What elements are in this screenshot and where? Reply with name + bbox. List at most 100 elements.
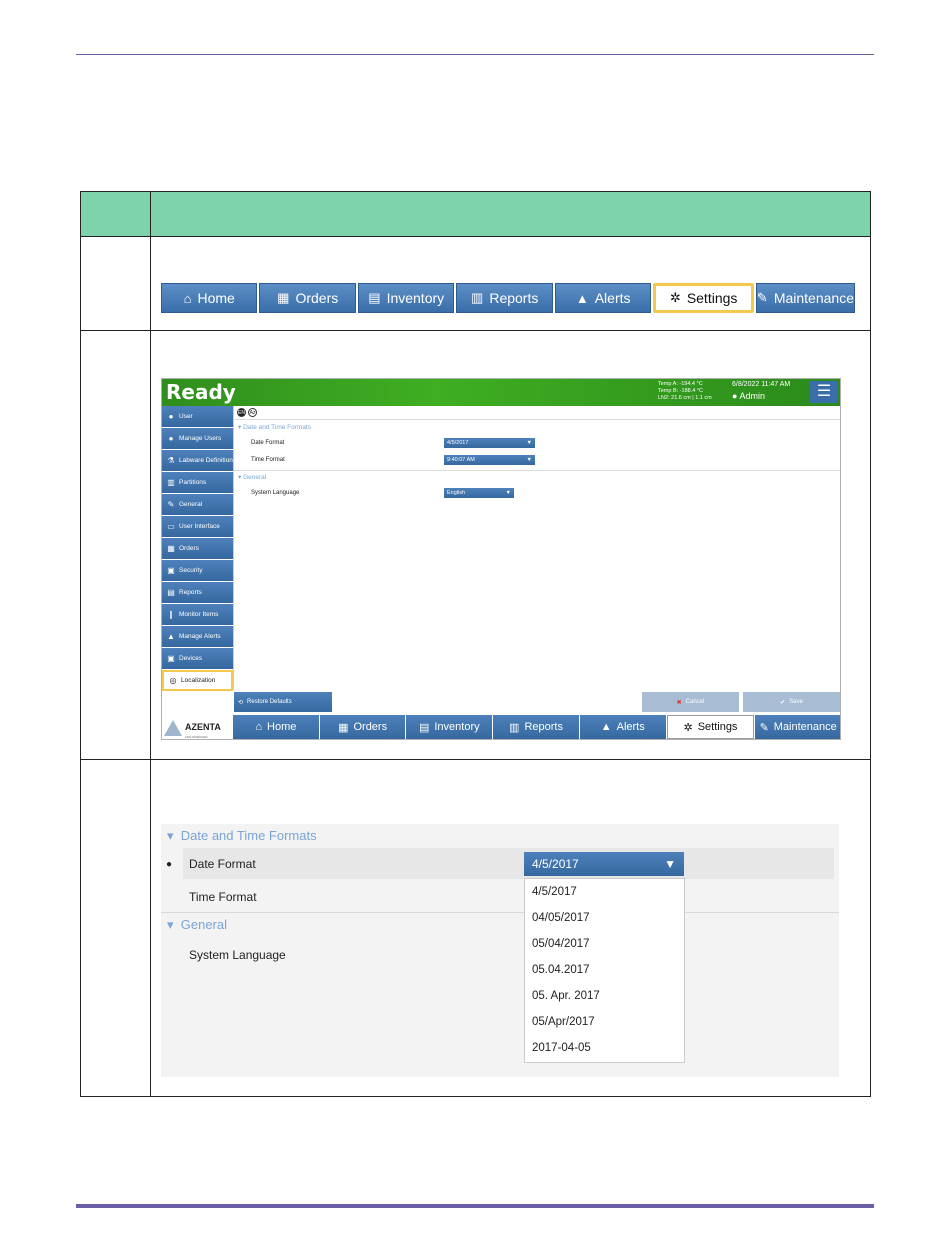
alert-icon: ▲	[600, 721, 612, 733]
sidebar-icon: ▣	[167, 566, 175, 575]
sidebar-item-reports[interactable]: ▤ Reports	[162, 582, 233, 603]
zoom-language-row[interactable]: System Language	[183, 939, 834, 970]
nav-orders-button[interactable]: ▦ Orders	[259, 283, 356, 313]
hamburger-menu-icon[interactable]: ☰	[810, 381, 838, 403]
alert-icon: ▲	[575, 290, 589, 306]
dropdown-arrow-icon: ▼	[664, 857, 676, 871]
sidebar-item-labware-definition[interactable]: ⚗ Labware Definition	[162, 450, 233, 471]
time-format-select[interactable]: 9:40:07 AM ▼	[444, 454, 535, 465]
sidebar-icon: ▲	[167, 632, 175, 641]
screen-nav-reports-button[interactable]: ▥ Reports	[493, 715, 579, 739]
sidebar-icon: ▭	[167, 522, 175, 531]
selected-bullet-icon: ●	[166, 859, 173, 870]
zoom-date-format-row[interactable]: Date Format	[183, 848, 834, 879]
restore-defaults-button[interactable]: ⟲ Restore Defaults	[234, 692, 332, 712]
user-badge[interactable]: ● Admin	[732, 391, 765, 401]
date-format-select[interactable]: 4/5/2017 ▼	[444, 437, 535, 448]
sidebar-item-orders[interactable]: ▦ Orders	[162, 538, 233, 559]
home-icon: ⌂	[183, 290, 192, 306]
zoom-section-datetime[interactable]: ▾ Date and Time Formats	[167, 828, 317, 844]
screen-nav-maintenance-button[interactable]: ✎ Maintenance	[755, 715, 840, 739]
sidebar-item-partitions[interactable]: ▥ Partitions	[162, 472, 233, 493]
user-icon: ●	[732, 391, 738, 401]
nav-settings-button[interactable]: ✲ Settings	[653, 283, 754, 313]
sidebar-icon: ▣	[167, 654, 175, 663]
logo-triangle-icon	[164, 720, 182, 736]
sidebar-item-manage-alerts[interactable]: ▲ Manage Alerts	[162, 626, 233, 647]
zoom-date-format-select[interactable]: 4/5/2017 ▼	[524, 852, 684, 876]
screen-nav-orders-button[interactable]: ▦ Orders	[319, 715, 406, 739]
inventory-icon: ▤	[418, 721, 430, 734]
inventory-icon: ▤	[368, 290, 381, 305]
date-format-option[interactable]: 2017-04-05	[525, 1035, 684, 1061]
screen-nav-inventory-button[interactable]: ▤ Inventory	[406, 715, 493, 739]
sidebar-item-security[interactable]: ▣ Security	[162, 560, 233, 581]
date-format-zoom: ▾ Date and Time Formats Date Format ● Ti…	[161, 824, 839, 1077]
sidebar-icon: ●	[168, 434, 174, 443]
orders-icon: ▦	[277, 290, 290, 305]
sidebar-icon: ▦	[167, 544, 175, 553]
temperature-readout: Temp A: -194.4 °C Temp B: -188.4 °C LN2:…	[658, 381, 712, 401]
screen-nav-settings-button[interactable]: ✲ Settings	[666, 715, 755, 739]
section-datetime[interactable]: ▾ Date and Time Formats	[234, 420, 840, 434]
home-icon: ⌂	[255, 721, 263, 733]
wrench-icon: ✎	[759, 721, 769, 734]
sidebar-item-user[interactable]: ● User	[162, 406, 233, 427]
sidebar-icon: ●	[168, 412, 174, 421]
datetime: 6/8/2022 11:47 AM	[732, 381, 791, 388]
sidebar-icon: ▥	[167, 478, 175, 487]
sidebar-item-devices[interactable]: ▣ Devices	[162, 648, 233, 669]
time-format-row: Time Format 9:40:07 AM ▼	[234, 451, 840, 468]
orders-icon: ▦	[338, 721, 349, 734]
date-format-option[interactable]: 05.04.2017	[525, 957, 684, 983]
nav-alerts-button[interactable]: ▲ Alerts	[554, 283, 652, 313]
sidebar-item-user-interface[interactable]: ▭ User Interface	[162, 516, 233, 537]
settings-screenshot: Ready Temp A: -194.4 °C Temp B: -188.4 °…	[161, 378, 841, 740]
zoom-section-general[interactable]: ▾ General	[167, 917, 227, 933]
sidebar-item-general[interactable]: ✎ General	[162, 494, 233, 515]
cancel-button[interactable]: ✖ Cancel	[642, 692, 739, 712]
sidebar-icon: ✎	[167, 500, 175, 509]
language-toolbar: EN Az	[234, 406, 840, 420]
main-nav-bar: ⌂ Home ▦ Orders ▤ Inventory ▥ Reports ▲ Alerts ✲ Se…	[161, 283, 855, 313]
restore-icon: ⟲	[238, 699, 244, 706]
reports-icon: ▥	[471, 290, 484, 305]
date-format-option[interactable]: 04/05/2017	[525, 905, 684, 931]
azenta-logo: AZENTA LIFE SCIENCES	[164, 717, 232, 739]
status-bar: Ready Temp A: -194.4 °C Temp B: -188.4 °…	[162, 379, 840, 406]
sidebar-item-monitor-items[interactable]: ❙ Monitor Items	[162, 604, 233, 625]
section-general[interactable]: ▾ General	[234, 473, 840, 484]
nav-home-button[interactable]: ⌂ Home	[161, 283, 258, 313]
sidebar-icon: ◎	[169, 676, 177, 685]
language-select[interactable]: English ▼	[444, 487, 514, 498]
date-format-option[interactable]: 05/04/2017	[525, 931, 684, 957]
screen-nav-home-button[interactable]: ⌂ Home	[233, 715, 319, 739]
zoom-time-format-row[interactable]: Time Format	[183, 881, 834, 912]
az-toggle[interactable]: Az	[248, 408, 257, 417]
sidebar-item-localization[interactable]: ◎ Localization	[162, 670, 233, 691]
en-toggle[interactable]: EN	[237, 408, 246, 417]
check-icon: ✔	[780, 699, 786, 706]
cancel-icon: ✖	[676, 699, 682, 706]
sidebar-item-manage-users[interactable]: ● Manage Users	[162, 428, 233, 449]
dropdown-arrow-icon: ▼	[526, 456, 532, 463]
date-format-option[interactable]: 05. Apr. 2017	[525, 983, 684, 1009]
reports-icon: ▥	[509, 721, 520, 734]
date-format-option[interactable]: 05/Apr/2017	[525, 1009, 684, 1035]
header-rule	[76, 54, 874, 55]
screen-nav-alerts-button[interactable]: ▲ Alerts	[579, 715, 666, 739]
sidebar-icon: ❙	[167, 610, 175, 619]
sidebar-icon: ⚗	[167, 456, 175, 465]
table-header	[81, 192, 870, 237]
nav-reports-button[interactable]: ▥ Reports	[456, 283, 553, 313]
date-format-row: Date Format 4/5/2017 ▼	[234, 434, 840, 451]
nav-inventory-button[interactable]: ▤ Inventory	[357, 283, 455, 313]
dropdown-arrow-icon: ▼	[505, 489, 511, 496]
nav-maintenance-button[interactable]: ✎ Maintenance	[755, 283, 855, 313]
date-format-option[interactable]: 4/5/2017	[525, 879, 684, 905]
date-format-options: 4/5/2017 04/05/2017 05/04/2017 05.04.2017 05…	[524, 878, 685, 1063]
settings-sidebar: ● User ● Manage Users ⚗ Labware Definition ▥ Pa…	[162, 406, 233, 692]
save-button[interactable]: ✔ Save	[743, 692, 840, 712]
localization-panel: EN Az ▾ Date and Time Formats Date Forma…	[233, 406, 840, 690]
language-row: System Language English ▼	[234, 484, 840, 501]
